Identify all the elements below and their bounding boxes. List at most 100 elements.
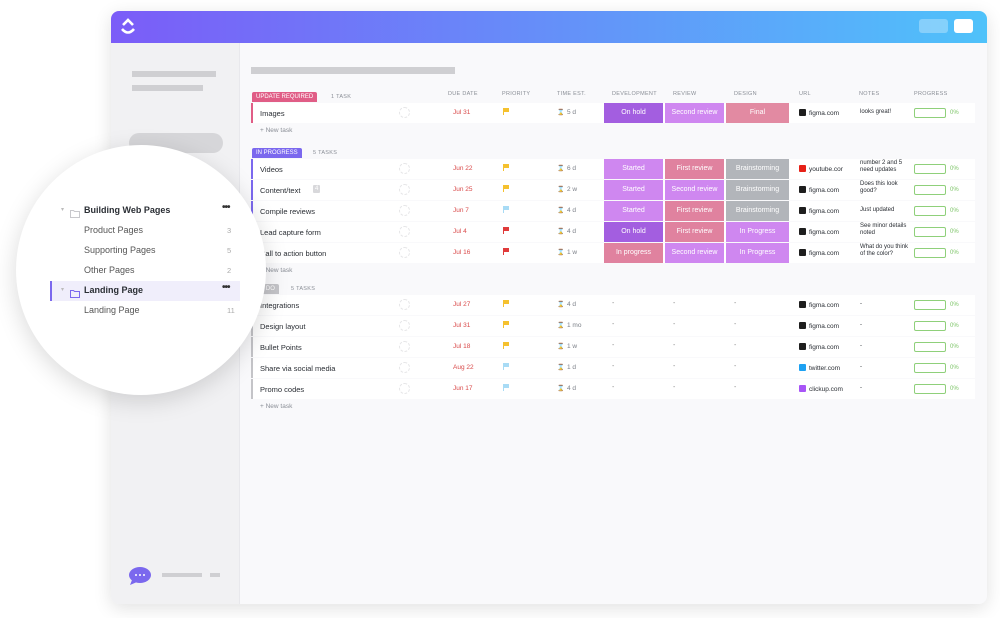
due-date[interactable]: Jul 16 bbox=[453, 249, 470, 256]
task-name[interactable]: Integrations bbox=[260, 301, 299, 310]
table-row[interactable]: Call to action button Jul 16 ⌛ 1 w In progre… bbox=[251, 243, 975, 263]
url-text[interactable]: figma.com bbox=[809, 323, 839, 330]
url-text[interactable]: figma.com bbox=[809, 110, 839, 117]
progress-bar[interactable] bbox=[914, 300, 946, 310]
status-review[interactable]: - bbox=[673, 321, 675, 328]
url-text[interactable]: twitter.com bbox=[809, 365, 840, 372]
task-name[interactable]: Share via social media bbox=[260, 364, 335, 373]
notes[interactable]: - bbox=[860, 343, 912, 350]
column-header-progress[interactable]: PROGRESS bbox=[914, 91, 948, 97]
priority-flag-icon[interactable] bbox=[503, 300, 510, 307]
url-text[interactable]: clickup.com bbox=[809, 386, 843, 393]
progress-bar[interactable] bbox=[914, 321, 946, 331]
assignee-icon[interactable] bbox=[399, 320, 410, 331]
status-design[interactable]: Final bbox=[726, 103, 789, 123]
caret-down-icon[interactable]: ▾ bbox=[61, 286, 64, 293]
status-review[interactable]: First review bbox=[665, 222, 724, 242]
due-date[interactable]: Jun 25 bbox=[453, 186, 473, 193]
table-row[interactable]: Images Jul 31 ⌛ 5 d On hold Second review Fina… bbox=[251, 103, 975, 123]
assignee-icon[interactable] bbox=[399, 383, 410, 394]
more-options-icon[interactable]: ••• bbox=[222, 202, 230, 213]
notes[interactable]: number 2 and 5 need updates bbox=[860, 160, 912, 173]
column-header-notes[interactable]: NOTES bbox=[859, 91, 879, 97]
assignee-icon[interactable] bbox=[399, 362, 410, 373]
status-review[interactable]: Second review bbox=[665, 180, 724, 200]
new-task-button[interactable]: + New task bbox=[260, 403, 292, 410]
status-design[interactable]: - bbox=[734, 300, 736, 307]
task-name[interactable]: Promo codes bbox=[260, 385, 304, 394]
priority-flag-icon[interactable] bbox=[503, 248, 510, 255]
time-estimate[interactable]: 6 d bbox=[567, 165, 576, 172]
time-estimate[interactable]: 5 d bbox=[567, 109, 576, 116]
assignee-icon[interactable] bbox=[399, 299, 410, 310]
url-text[interactable]: figma.com bbox=[809, 302, 839, 309]
status-design[interactable]: - bbox=[734, 342, 736, 349]
subtask-count[interactable]: 4 bbox=[313, 185, 321, 193]
column-header-dev[interactable]: DEVELOPMENT bbox=[612, 91, 657, 97]
status-dev[interactable]: Started bbox=[604, 201, 663, 221]
due-date[interactable]: Jun 7 bbox=[453, 207, 469, 214]
status-design[interactable]: Brainstorming bbox=[726, 180, 789, 200]
status-dev[interactable]: - bbox=[612, 363, 614, 370]
task-name[interactable]: Compile reviews bbox=[260, 207, 315, 216]
due-date[interactable]: Jun 17 bbox=[453, 385, 473, 392]
priority-flag-icon[interactable] bbox=[503, 108, 510, 115]
status-review[interactable]: - bbox=[673, 300, 675, 307]
caret-down-icon[interactable]: ▾ bbox=[61, 206, 64, 213]
status-dev[interactable]: - bbox=[612, 321, 614, 328]
priority-flag-icon[interactable] bbox=[503, 342, 510, 349]
assignee-icon[interactable] bbox=[399, 163, 410, 174]
url-link[interactable]: figma.com bbox=[799, 109, 839, 117]
url-link[interactable]: figma.com bbox=[799, 301, 839, 309]
status-review[interactable]: First review bbox=[665, 159, 724, 179]
url-link[interactable]: twitter.com bbox=[799, 364, 840, 372]
priority-flag-icon[interactable] bbox=[503, 206, 510, 213]
column-header-due[interactable]: DUE DATE bbox=[448, 91, 478, 97]
time-estimate[interactable]: 1 w bbox=[567, 343, 577, 350]
assignee-icon[interactable] bbox=[399, 205, 410, 216]
header-button-white[interactable] bbox=[954, 19, 973, 33]
folder-name[interactable]: Landing Page bbox=[84, 285, 143, 295]
due-date[interactable]: Jul 31 bbox=[453, 322, 470, 329]
status-review[interactable]: - bbox=[673, 384, 675, 391]
progress-bar[interactable] bbox=[914, 206, 946, 216]
status-dev[interactable]: In progress bbox=[604, 243, 663, 263]
status-design[interactable]: - bbox=[734, 321, 736, 328]
url-link[interactable]: youtube.cor bbox=[799, 165, 843, 173]
assignee-icon[interactable] bbox=[399, 107, 410, 118]
time-estimate[interactable]: 4 d bbox=[567, 301, 576, 308]
task-name[interactable]: Design layout bbox=[260, 322, 305, 331]
url-link[interactable]: figma.com bbox=[799, 228, 839, 236]
time-estimate[interactable]: 4 d bbox=[567, 385, 576, 392]
url-text[interactable]: figma.com bbox=[809, 187, 839, 194]
table-row[interactable]: Promo codes Jun 17 ⌛ 4 d - - - clickup.com - 0% bbox=[251, 379, 975, 399]
status-dev[interactable]: - bbox=[612, 300, 614, 307]
due-date[interactable]: Jul 27 bbox=[453, 301, 470, 308]
progress-bar[interactable] bbox=[914, 342, 946, 352]
status-review[interactable]: - bbox=[673, 363, 675, 370]
column-header-design[interactable]: DESIGN bbox=[734, 91, 757, 97]
status-review[interactable]: Second review bbox=[665, 103, 724, 123]
time-estimate[interactable]: 1 w bbox=[567, 249, 577, 256]
column-header-review[interactable]: REVIEW bbox=[673, 91, 697, 97]
progress-bar[interactable] bbox=[914, 227, 946, 237]
table-row[interactable]: Lead capture form Jul 4 ⌛ 4 d On hold First r… bbox=[251, 222, 975, 242]
due-date[interactable]: Jun 22 bbox=[453, 165, 473, 172]
priority-flag-icon[interactable] bbox=[503, 321, 510, 328]
assignee-icon[interactable] bbox=[399, 341, 410, 352]
priority-flag-icon[interactable] bbox=[503, 185, 510, 192]
status-dev[interactable]: On hold bbox=[604, 103, 663, 123]
url-link[interactable]: figma.com bbox=[799, 207, 839, 215]
notes[interactable]: See minor details noted bbox=[860, 223, 912, 236]
due-date[interactable]: Jul 18 bbox=[453, 343, 470, 350]
url-text[interactable]: youtube.cor bbox=[809, 166, 843, 173]
notes[interactable]: What do you think of the color? bbox=[860, 244, 912, 257]
time-estimate[interactable]: 1 d bbox=[567, 364, 576, 371]
url-text[interactable]: figma.com bbox=[809, 344, 839, 351]
time-estimate[interactable]: 4 d bbox=[567, 207, 576, 214]
list-item[interactable]: Product Pages bbox=[84, 225, 143, 235]
notes[interactable]: - bbox=[860, 385, 912, 392]
due-date[interactable]: Jul 4 bbox=[453, 228, 467, 235]
task-name[interactable]: Videos bbox=[260, 165, 283, 174]
table-row[interactable]: Compile reviews Jun 7 ⌛ 4 d Started First rev… bbox=[251, 201, 975, 221]
